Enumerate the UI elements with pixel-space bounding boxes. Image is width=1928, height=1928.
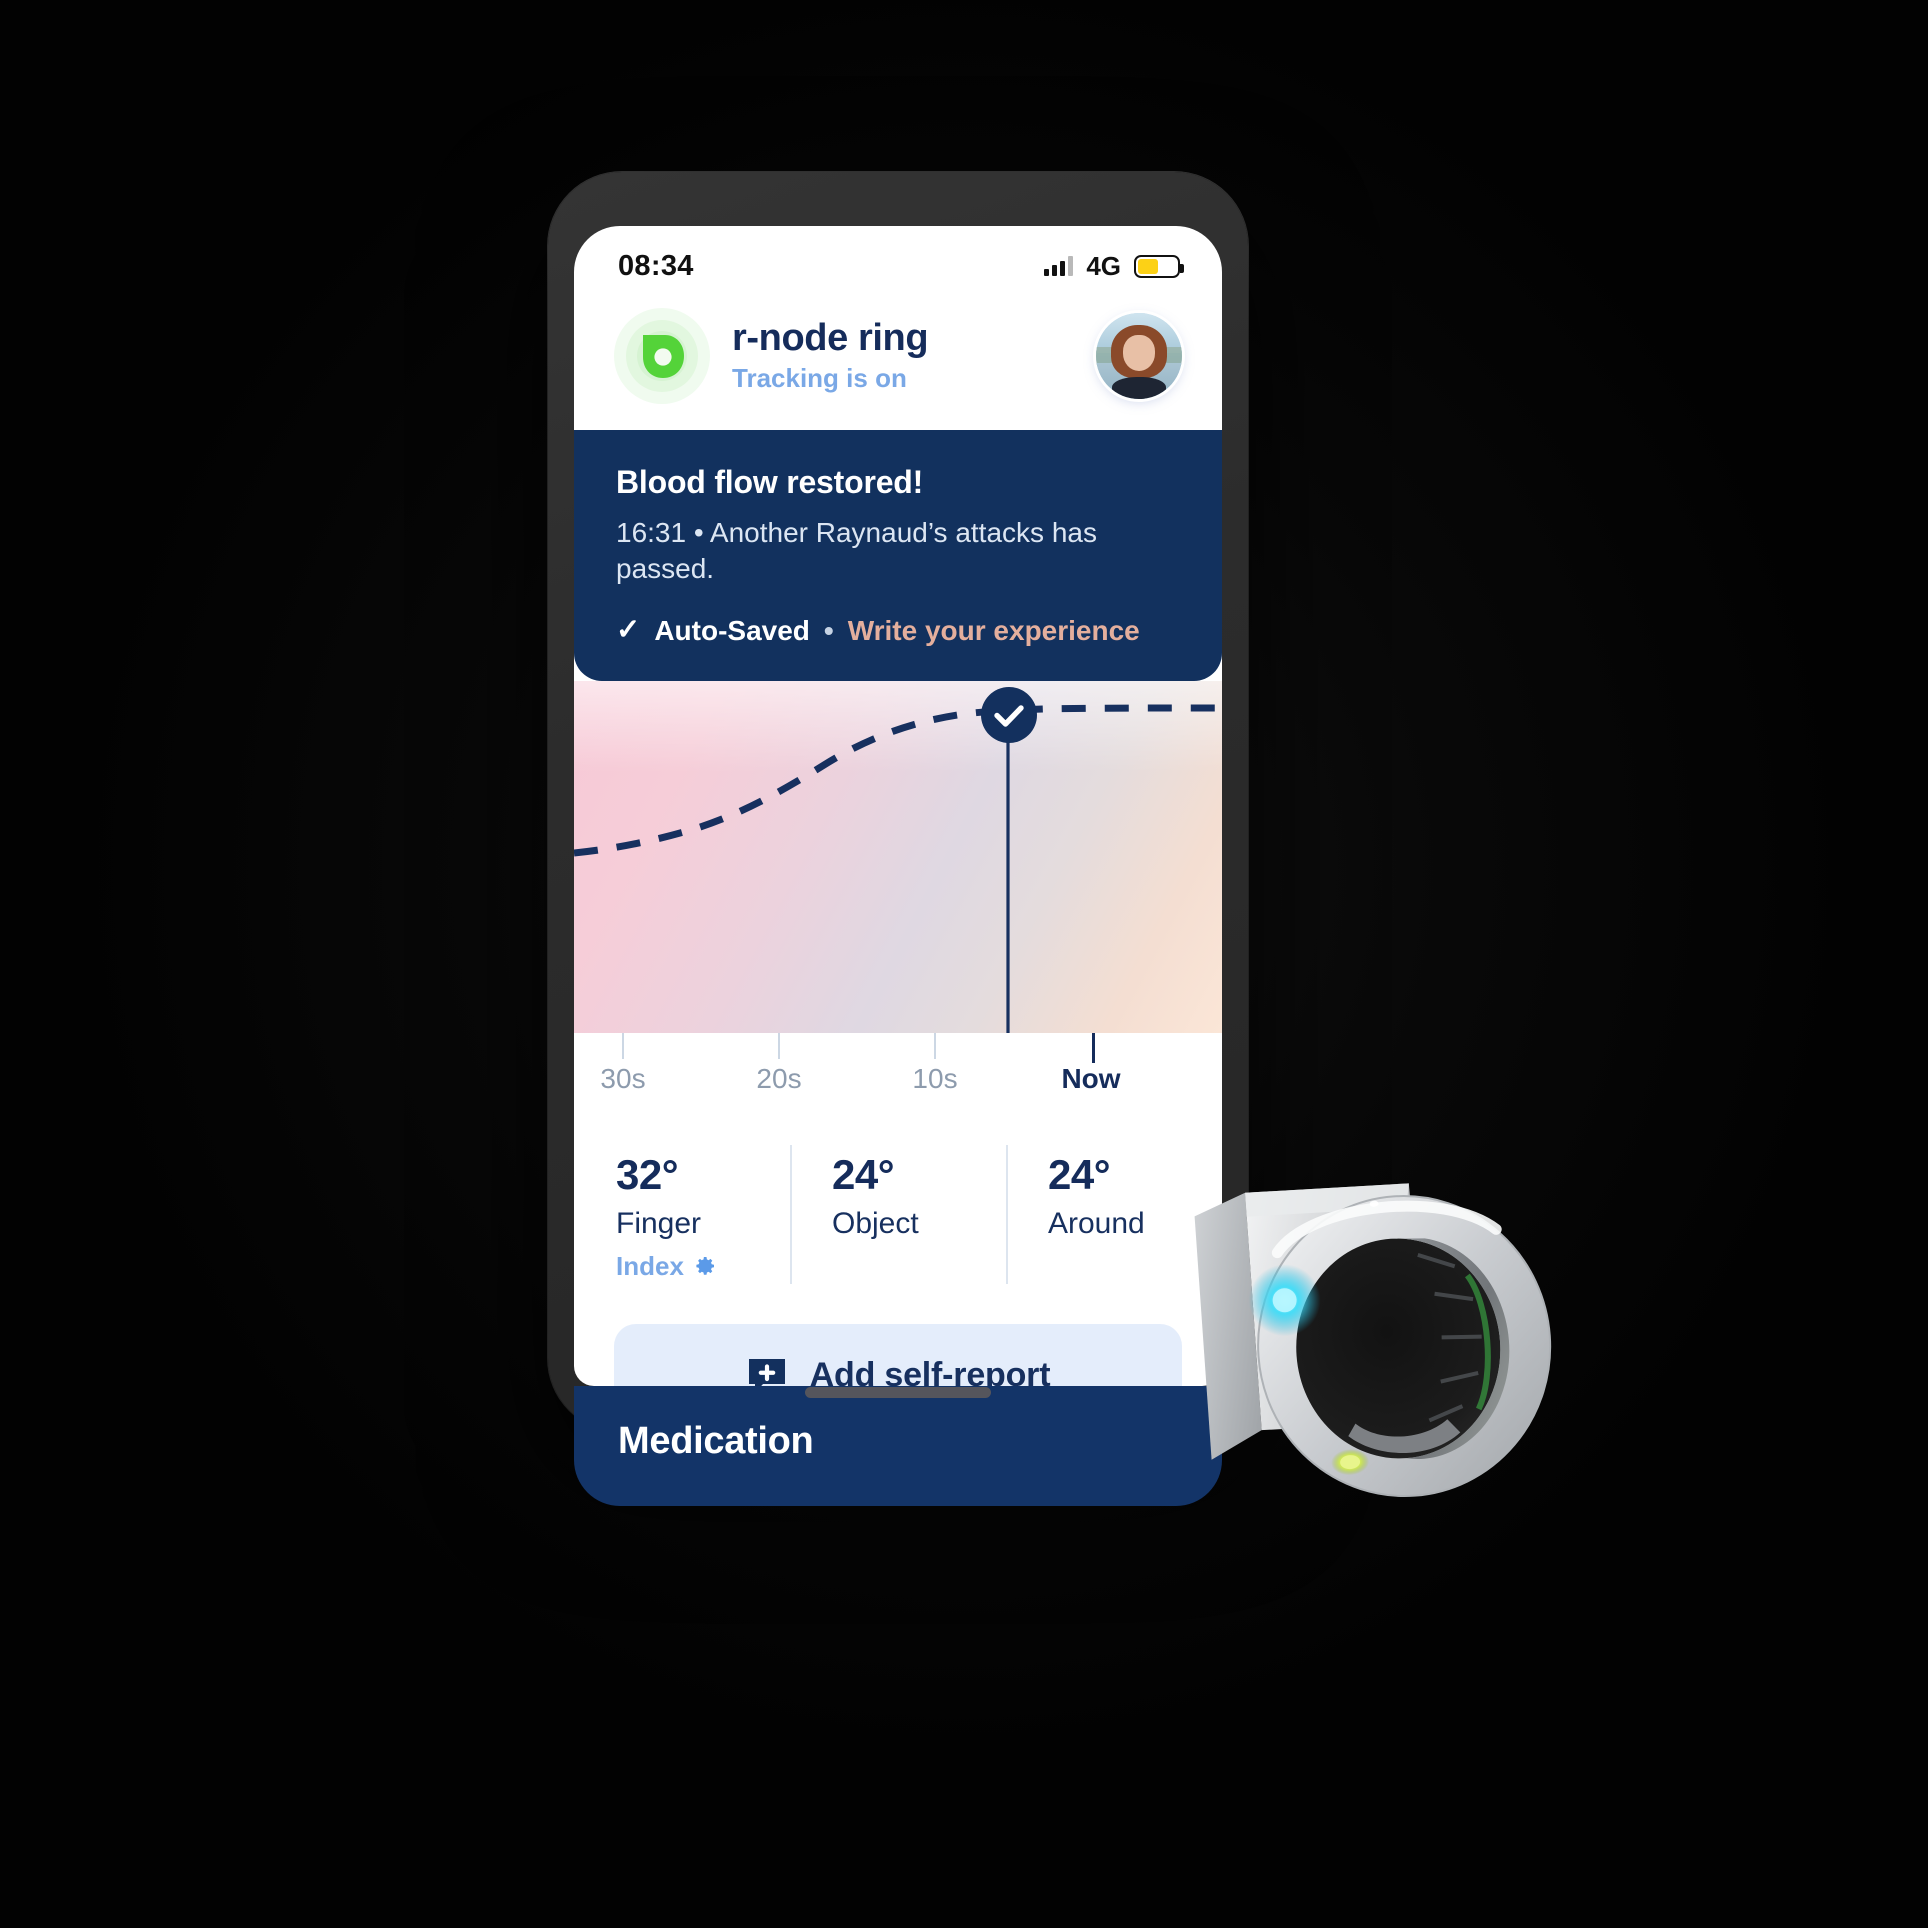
app-title: r-node ring (732, 316, 929, 359)
axis-label-20s: 20s (756, 1062, 802, 1094)
logo-glyph (643, 335, 684, 378)
auto-saved-label: Auto-Saved (654, 614, 810, 646)
write-experience-link[interactable]: Write your experience (848, 615, 1140, 647)
check-icon: ✓ (616, 614, 641, 647)
metric-label: Object (832, 1206, 919, 1240)
check-marker-icon[interactable] (978, 684, 1040, 746)
chart-x-axis: 30s 20s 10s Now (574, 1032, 1222, 1125)
notification-message: 16:31 • Another Raynaud’s attacks has pa… (616, 515, 1180, 587)
axis-tick-10s (934, 1032, 936, 1059)
add-self-report-label: Add self-report (809, 1356, 1051, 1386)
notification-title: Blood flow restored! (616, 464, 924, 500)
blood-flow-chart[interactable] (574, 680, 1222, 1033)
axis-label-now: Now (1061, 1062, 1121, 1094)
chart-marker-svg (1006, 714, 1010, 1033)
network-type-label: 4G (1086, 250, 1121, 281)
r-node-droplet-logo-icon (614, 308, 710, 404)
tracking-status-label: Tracking is on (732, 363, 907, 394)
medication-title: Medication (618, 1420, 814, 1462)
status-bar-clock: 08:34 (618, 249, 694, 282)
gear-icon[interactable] (693, 1254, 717, 1278)
metric-value: 24° (832, 1150, 895, 1198)
finger-selector-label: Index (616, 1250, 684, 1281)
medication-panel[interactable]: Medication (574, 1386, 1222, 1506)
status-bar-indicators: 4G (1044, 250, 1184, 282)
notification-separator: • (693, 517, 704, 548)
app-header: r-node ring Tracking is on (574, 292, 1222, 430)
metric-finger[interactable]: 32° Finger Index (574, 1151, 790, 1282)
phone-screen: 08:34 4G r-node ring Tracking is on Bloo… (574, 226, 1222, 1386)
add-self-report-button[interactable]: Add self-report (614, 1323, 1182, 1386)
status-bar: 08:34 4G (574, 226, 1222, 292)
action-separator: • (823, 614, 834, 646)
user-avatar[interactable] (1096, 313, 1182, 399)
add-comment-icon (748, 1358, 785, 1386)
axis-label-10s: 10s (912, 1062, 958, 1094)
app-title-group: r-node ring Tracking is on (732, 318, 1074, 394)
finger-selector[interactable]: Index (616, 1251, 790, 1282)
r-node-smart-ring-render (1194, 1183, 1552, 1498)
axis-tick-20s (778, 1032, 780, 1059)
metric-value: 32° (616, 1150, 679, 1198)
notification-actions: ✓ Auto-Saved • Write your experience (616, 615, 1180, 647)
notification-text: Another Raynaud’s attacks has passed. (616, 517, 1097, 584)
notification-card[interactable]: Blood flow restored! 16:31 • Another Ray… (574, 430, 1222, 681)
metric-object[interactable]: 24° Object (790, 1144, 1006, 1284)
notification-time: 16:31 (616, 517, 687, 548)
metric-label: Finger (616, 1206, 702, 1240)
axis-label-30s: 30s (600, 1062, 646, 1094)
signal-bars-icon (1044, 256, 1074, 276)
temperature-metrics-row: 32° Finger Index 24° Object 24° Around (574, 1124, 1222, 1304)
axis-tick-30s (622, 1032, 624, 1059)
battery-icon (1134, 254, 1184, 278)
axis-tick-now (1092, 1032, 1095, 1063)
